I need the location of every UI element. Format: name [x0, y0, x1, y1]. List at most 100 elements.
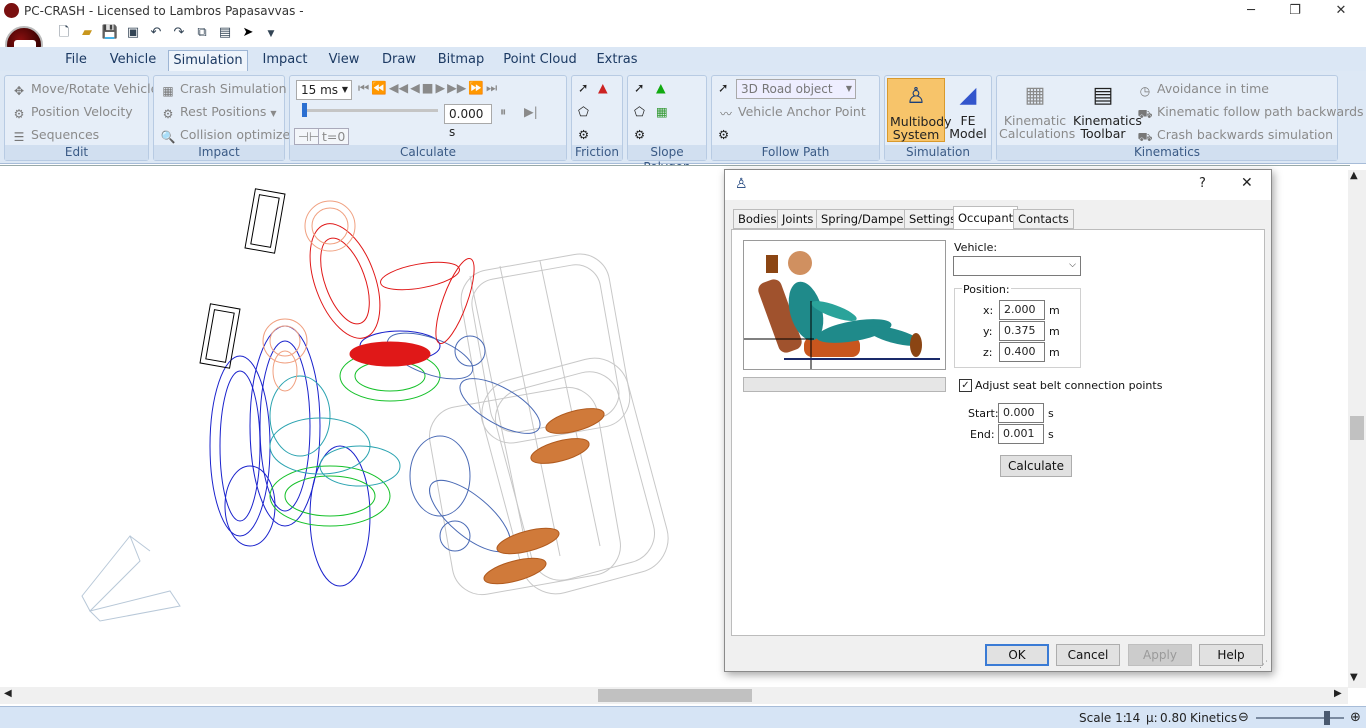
feet-wireframe [483, 408, 605, 585]
tab-point-cloud[interactable]: Point Cloud [500, 50, 580, 72]
first-frame-icon[interactable]: ⏪ [371, 80, 387, 100]
kinematics-toolbar-button[interactable]: ▤ Kinematics Toolbar [1073, 78, 1142, 142]
kinematic-follow-path-button[interactable]: ⛟ Kinematic follow path backwards [1137, 104, 1363, 121]
tab-bodies[interactable]: Bodies [733, 209, 782, 229]
play-end-button[interactable]: ▶| [524, 104, 538, 119]
y-field[interactable]: 0.375 [999, 321, 1045, 341]
slope-grid-icon[interactable]: ▦ [656, 104, 668, 119]
friction-settings-icon[interactable]: ⚙ [578, 127, 589, 142]
vehicle-select[interactable]: ⌵ [953, 256, 1081, 276]
scroll-right-icon[interactable]: ▶ [1334, 688, 1342, 699]
position-velocity-button[interactable]: ⚙ Position Velocity [11, 104, 133, 121]
time-slider[interactable] [302, 103, 438, 117]
skip-start-icon[interactable]: ⏮ [358, 80, 369, 100]
tab-simulation[interactable]: Simulation [168, 50, 248, 72]
slope-draw-icon[interactable]: ▲ [656, 80, 666, 95]
seatbelt-checkbox[interactable]: ✓ [959, 379, 972, 392]
friction-polygon-icon[interactable]: ⬠ [578, 104, 589, 119]
horizontal-scrollbar[interactable]: ◀ ▶ [0, 687, 1348, 704]
dialog-close-button[interactable]: ✕ [1241, 175, 1253, 191]
kinematic-calculations-button[interactable]: ▦ Kinematic Calculations [999, 78, 1075, 142]
slope-pointer-icon[interactable]: ➚ [634, 80, 644, 95]
new-file-icon[interactable]: 🗋 [54, 24, 74, 42]
zoom-slider[interactable] [1256, 711, 1344, 725]
dialog-help-button[interactable]: ? [1199, 176, 1206, 191]
follow-path-settings-icon[interactable]: ⚙ [718, 127, 729, 142]
undo-icon[interactable]: ↶ [146, 24, 166, 42]
follow-path-pointer-icon[interactable]: ➚ [718, 80, 728, 95]
calculate-button[interactable]: Calculate [1000, 455, 1072, 477]
step-forward-icon[interactable]: ▶ [436, 80, 446, 100]
ok-button[interactable]: OK [985, 644, 1049, 666]
step-button[interactable]: ⏸ [500, 104, 506, 120]
friction-draw-icon[interactable]: ▲ [598, 80, 608, 95]
stop-icon[interactable]: ■ [422, 80, 434, 100]
start-field[interactable]: 0.000 [998, 403, 1044, 423]
fast-forward-icon[interactable]: ▶▶ [447, 80, 466, 100]
slope-settings-icon[interactable]: ⚙ [634, 127, 645, 142]
zoom-in-icon[interactable]: ⊕ [1350, 710, 1361, 725]
preview-progress [743, 377, 946, 392]
z-field[interactable]: 0.400 [999, 342, 1045, 362]
crash-simulation-button[interactable]: ▦ Crash Simulation [160, 81, 286, 98]
tab-extras[interactable]: Extras [590, 50, 644, 72]
pointer-icon[interactable]: ➤ [238, 24, 258, 42]
zoom-thumb[interactable] [1324, 711, 1330, 725]
close-button[interactable]: ✕ [1318, 0, 1364, 22]
cancel-button[interactable]: Cancel [1056, 644, 1120, 666]
help-button[interactable]: Help [1199, 644, 1263, 666]
tab-draw[interactable]: Draw [376, 50, 422, 72]
horizontal-scroll-thumb[interactable] [598, 689, 752, 702]
time-field[interactable]: 0.000 s [444, 104, 492, 139]
save-as-icon[interactable]: ▣ [123, 24, 143, 42]
t0-button[interactable]: t=0 [318, 128, 350, 145]
sequences-button[interactable]: ☰ Sequences [11, 127, 100, 144]
copy-icon[interactable]: ⧉ [192, 24, 212, 42]
apply-button[interactable]: Apply [1128, 644, 1192, 666]
vertical-scrollbar[interactable]: ▲ ▼ [1348, 170, 1366, 688]
end-field[interactable]: 0.001 [998, 424, 1044, 444]
friction-pointer-icon[interactable]: ➚ [578, 80, 588, 95]
scroll-left-icon[interactable]: ◀ [4, 688, 12, 699]
vehicle-anchor-point-button[interactable]: 〰 Vehicle Anchor Point [718, 104, 866, 121]
road-object-select[interactable]: 3D Road object ▼ [736, 79, 856, 99]
tab-vehicle[interactable]: Vehicle [104, 50, 162, 72]
open-folder-icon[interactable]: ▰ [77, 24, 97, 42]
x-field[interactable]: 2.000 [999, 300, 1045, 320]
tab-view[interactable]: View [322, 50, 366, 72]
tab-joints[interactable]: Joints [777, 209, 819, 229]
slope-polygon-icon[interactable]: ⬠ [634, 104, 645, 119]
tab-occupant[interactable]: Occupant [953, 206, 1019, 230]
move-rotate-vehicle-button[interactable]: ✥ Move/Rotate Vehicle [11, 81, 158, 98]
step-back-icon[interactable]: ◀ [410, 80, 420, 100]
scroll-up-icon[interactable]: ▲ [1350, 170, 1358, 181]
crash-backwards-button[interactable]: ⛟ Crash backwards simulation [1137, 127, 1333, 144]
teal-body-wireframe [269, 375, 401, 487]
redo-icon[interactable]: ↷ [169, 24, 189, 42]
rewind-icon[interactable]: ◀◀ [389, 80, 408, 100]
avoidance-in-time-button[interactable]: ◷ Avoidance in time [1137, 81, 1269, 98]
resize-grip-icon[interactable]: ⋰ [1259, 660, 1268, 670]
last-frame-icon[interactable]: ⏩ [468, 80, 484, 100]
save-icon[interactable]: 💾 [100, 24, 120, 42]
collision-optimizer-button[interactable]: 🔍 Collision optimizer [160, 127, 296, 144]
zoom-out-icon[interactable]: ⊖ [1238, 710, 1249, 725]
axis-gizmo [81, 535, 181, 622]
paste-icon[interactable]: ▤ [215, 24, 235, 42]
group-kinematics: ▦ Kinematic Calculations ▤ Kinematics To… [996, 75, 1364, 161]
tab-contacts[interactable]: Contacts [1013, 209, 1074, 229]
scroll-down-icon[interactable]: ▼ [1350, 672, 1358, 683]
skip-end-icon[interactable]: ⏭ [486, 80, 497, 100]
vertical-scroll-thumb[interactable] [1350, 416, 1364, 440]
fe-model-button[interactable]: ◢ FE Model [947, 78, 989, 142]
rest-positions-button[interactable]: ⚙ Rest Positions ▼ [160, 104, 277, 121]
restore-button[interactable]: ❐ [1272, 0, 1318, 22]
minimize-button[interactable]: ─ [1228, 0, 1274, 22]
customize-dropdown-icon[interactable]: ▼ [261, 25, 281, 43]
chevron-down-icon: ⌵ [1069, 260, 1076, 270]
multibody-system-button[interactable]: ♙ Multibody System [887, 78, 951, 142]
tab-file[interactable]: File [56, 50, 96, 72]
tab-bitmap[interactable]: Bitmap [432, 50, 490, 72]
tab-impact[interactable]: Impact [256, 50, 314, 72]
timestep-select[interactable]: 15 ms ▼ [296, 80, 352, 100]
